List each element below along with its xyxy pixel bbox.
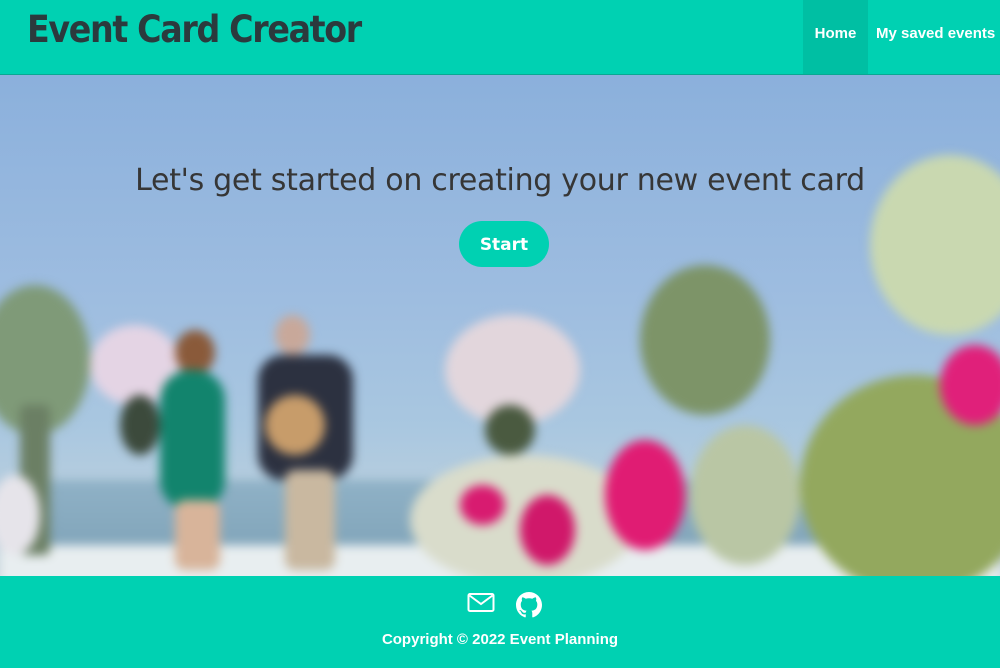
brand-title[interactable]: Event Card Creator: [27, 8, 362, 51]
hero-section: Let's get started on creating your new e…: [0, 75, 1000, 576]
copyright-text: Copyright © 2022 Event Planning: [381, 631, 619, 648]
mail-icon[interactable]: [467, 592, 495, 618]
hero-background-image: [0, 75, 1000, 576]
nav-home[interactable]: Home: [803, 0, 868, 74]
start-button[interactable]: Start: [459, 221, 549, 267]
navbar: Event Card Creator Home My saved events: [0, 0, 1000, 75]
hero-headline: Let's get started on creating your new e…: [135, 163, 865, 198]
github-icon[interactable]: [516, 592, 542, 622]
nav-saved-events[interactable]: My saved events: [876, 0, 1000, 74]
footer: Copyright © 2022 Event Planning: [0, 576, 1000, 668]
